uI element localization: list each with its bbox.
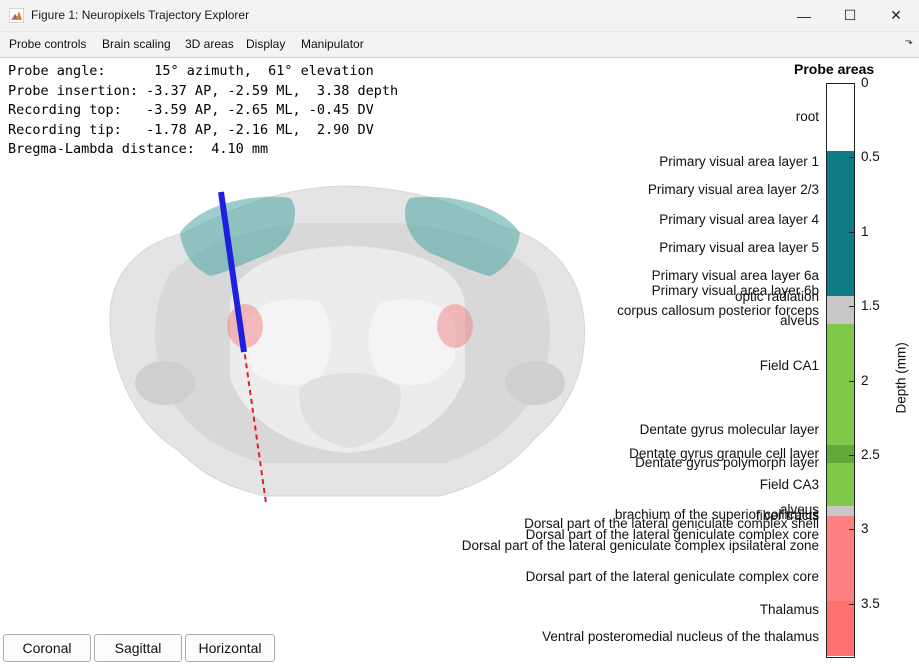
- brain-ventral-left: [135, 361, 195, 405]
- depth-tick: [849, 306, 854, 308]
- menu-bar: Probe controls Brain scaling 3D areas Di…: [0, 32, 919, 58]
- probe-area-label: Ventral posteromedial nucleus of the tha…: [542, 628, 819, 644]
- sagittal-button[interactable]: Sagittal: [94, 634, 182, 662]
- probe-area-label: Primary visual area layer 5: [659, 240, 819, 256]
- info-recording-tip: Recording tip: -1.78 AP, -2.16 ML, 2.90 …: [8, 121, 374, 138]
- depth-tick: [849, 231, 854, 233]
- depth-tick-label: 0.5: [861, 149, 880, 165]
- probe-area-label: Field CA1: [759, 357, 819, 373]
- depth-tick-label: 3: [861, 521, 869, 537]
- probe-area-label: root: [795, 109, 819, 125]
- info-recording-top: Recording top: -3.59 AP, -2.65 ML, -0.45…: [8, 102, 374, 118]
- probe-area-label: Primary visual area layer 1: [659, 153, 819, 169]
- close-icon: ✕: [890, 7, 902, 23]
- probe-area-label: Dorsal part of the lateral geniculate co…: [461, 537, 819, 553]
- menu-3d-areas[interactable]: 3D areas: [185, 37, 234, 51]
- minimize-button[interactable]: —: [781, 0, 827, 31]
- colorbar-frame: [826, 83, 855, 658]
- probe-area-label: Primary visual area layer 4: [659, 211, 819, 227]
- depth-tick-label: 1.5: [861, 298, 880, 314]
- window-titlebar: Figure 1: Neuropixels Trajectory Explore…: [0, 0, 919, 32]
- probe-area-label: Dentate gyrus molecular layer: [639, 421, 819, 437]
- matlab-icon: [9, 8, 24, 23]
- probe-area-label: alveus: [779, 313, 819, 329]
- menu-manipulator[interactable]: Manipulator: [301, 37, 364, 51]
- menu-probe-controls[interactable]: Probe controls: [9, 37, 86, 51]
- depth-tick-label: 3.5: [861, 595, 880, 611]
- info-bregma-lambda: Bregma-Lambda distance: 4.10 mm: [8, 141, 269, 157]
- info-probe-insertion: Probe insertion: -3.37 AP, -2.59 ML, 3.3…: [8, 82, 399, 99]
- probe-area-label: Dorsal part of the lateral geniculate co…: [525, 569, 819, 585]
- depth-tick-label: 1: [861, 223, 869, 239]
- depth-tick: [849, 157, 854, 159]
- probe-area-label: Primary visual area layer 2/3: [647, 182, 819, 198]
- depth-tick: [849, 455, 854, 457]
- coronal-button[interactable]: Coronal: [3, 634, 91, 662]
- depth-tick: [849, 380, 854, 382]
- info-probe-angle: Probe angle: 15° azimuth, 61° elevation: [8, 63, 374, 79]
- maximize-icon: ☐: [843, 7, 857, 23]
- probe-area-label: Dentate gyrus polymorph layer: [635, 454, 819, 470]
- close-button[interactable]: ✕: [873, 0, 919, 31]
- probe-area-label: Primary visual area layer 6a: [651, 268, 819, 284]
- menu-display[interactable]: Display: [246, 37, 285, 51]
- depth-tick: [849, 529, 854, 531]
- probe-area-label: Thalamus: [759, 601, 819, 617]
- depth-tick: [849, 603, 854, 605]
- depth-tick-label: 2: [861, 372, 869, 388]
- depth-axis-label: Depth (mm): [893, 342, 909, 414]
- menu-brain-scaling[interactable]: Brain scaling: [102, 37, 171, 51]
- figure-canvas: Probe angle: 15° azimuth, 61° elevation …: [0, 58, 919, 665]
- menu-overflow-icon[interactable]: ⬎: [905, 36, 913, 47]
- window-title: Figure 1: Neuropixels Trajectory Explore…: [31, 8, 250, 22]
- brain-ventral-right: [505, 361, 565, 405]
- probe-area-label: Field CA3: [759, 476, 819, 492]
- depth-tick-label: 2.5: [861, 447, 880, 463]
- horizontal-button[interactable]: Horizontal: [185, 634, 275, 662]
- depth-tick-label: 0: [861, 75, 869, 90]
- minimize-icon: —: [797, 7, 811, 24]
- depth-tick: [849, 83, 854, 84]
- maximize-button[interactable]: ☐: [827, 0, 873, 31]
- lgn-right: [437, 304, 473, 348]
